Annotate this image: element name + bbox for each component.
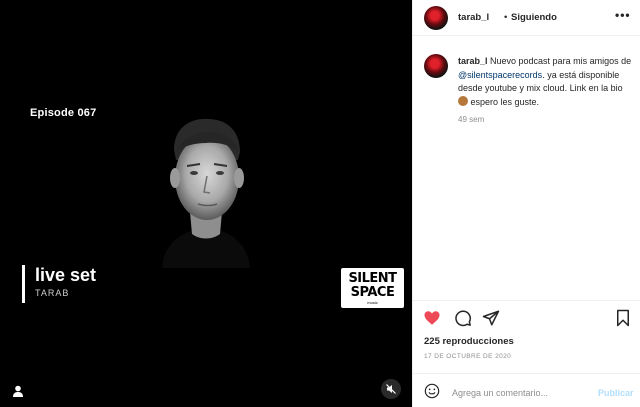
logo-line-2: SPACE bbox=[350, 285, 395, 300]
mute-button[interactable] bbox=[381, 379, 401, 399]
caption-text-1: Nuevo podcast para mis amigos de bbox=[487, 56, 632, 66]
post-side-panel: tarab_l • Siguiendo ••• tarab_l Nuevo po… bbox=[412, 0, 640, 407]
header-username[interactable]: tarab_l bbox=[458, 12, 489, 23]
caption-text: tarab_l Nuevo podcast para mis amigos de… bbox=[458, 55, 633, 109]
following-button[interactable]: Siguiendo bbox=[511, 12, 557, 23]
episode-label: Episode 067 bbox=[30, 107, 97, 119]
instagram-post-modal: Episode 067 live set TARAB SILENT SPACE … bbox=[0, 0, 640, 407]
caption-username[interactable]: tarab_l bbox=[458, 56, 488, 66]
mute-icon bbox=[386, 384, 396, 394]
caption-avatar[interactable] bbox=[424, 54, 448, 78]
silent-space-logo: SILENT SPACE music bbox=[341, 268, 404, 308]
comment-icon[interactable] bbox=[454, 309, 472, 327]
live-set-block: live set TARAB bbox=[22, 265, 96, 303]
logo-line-3: music bbox=[367, 300, 378, 305]
view-count[interactable]: 225 reproducciones bbox=[424, 336, 514, 347]
publish-button[interactable]: Publicar bbox=[598, 388, 634, 398]
header-separator: • bbox=[504, 12, 508, 23]
live-set-title: live set bbox=[35, 265, 97, 285]
comment-bar: Agrega un comentario... Publicar bbox=[413, 373, 640, 407]
caption-mention[interactable]: @silentspacerecords bbox=[458, 70, 542, 80]
user-icon[interactable] bbox=[11, 384, 25, 398]
bookmark-icon[interactable] bbox=[614, 309, 632, 327]
emoji-icon bbox=[458, 95, 468, 106]
share-icon[interactable] bbox=[482, 309, 500, 327]
post-media[interactable]: Episode 067 live set TARAB SILENT SPACE … bbox=[0, 0, 412, 407]
post-date: 17 DE OCTUBRE DE 2020 bbox=[424, 353, 512, 360]
caption-timestamp[interactable]: 49 sem bbox=[458, 115, 484, 124]
more-options-icon[interactable]: ••• bbox=[615, 8, 631, 22]
logo-line-1: SILENT bbox=[348, 271, 397, 286]
avatar[interactable] bbox=[424, 6, 448, 30]
artist-name: TARAB bbox=[35, 288, 70, 298]
action-bar bbox=[413, 300, 640, 330]
post-header: tarab_l • Siguiendo ••• bbox=[413, 0, 640, 36]
comment-input[interactable]: Agrega un comentario... bbox=[452, 388, 548, 398]
artist-portrait bbox=[162, 118, 250, 268]
smile-icon[interactable] bbox=[424, 383, 440, 399]
heart-icon[interactable] bbox=[423, 309, 441, 327]
caption-text-3: espero les guste. bbox=[468, 96, 540, 107]
